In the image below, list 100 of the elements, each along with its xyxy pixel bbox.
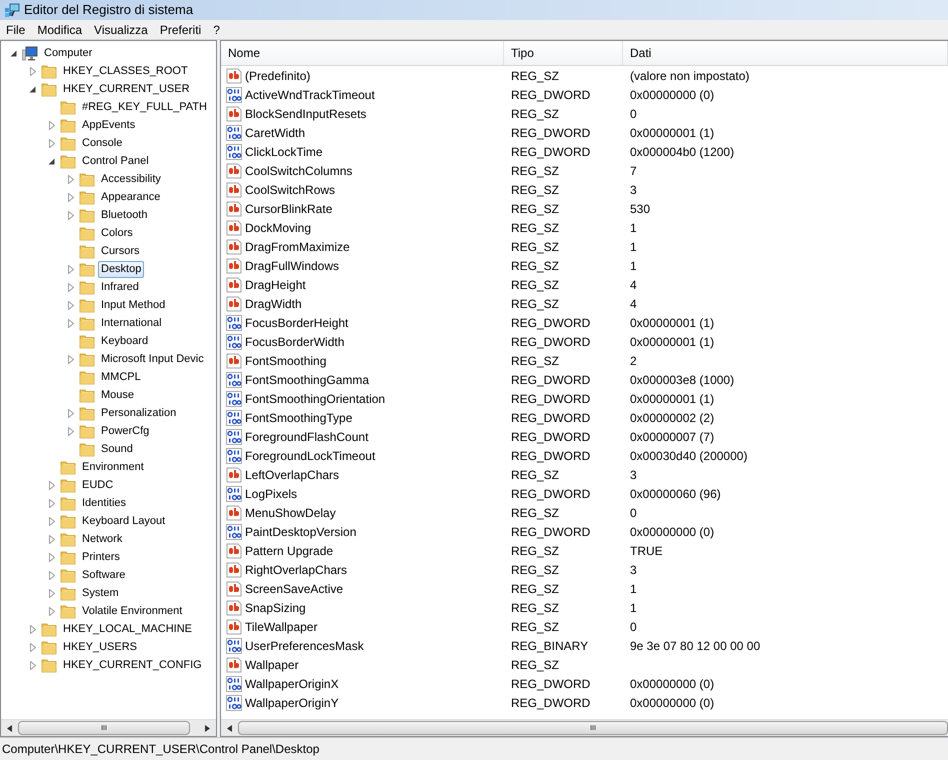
- column-header[interactable]: Nome: [221, 41, 504, 65]
- value-name[interactable]: WallpaperOriginY: [245, 694, 339, 712]
- expand-arrow-icon[interactable]: [68, 174, 74, 184]
- tree-item[interactable]: Microsoft Input Devic: [98, 350, 207, 368]
- tree-item[interactable]: HKEY_CLASSES_ROOT: [60, 62, 191, 80]
- value-name[interactable]: CaretWidth: [245, 124, 306, 142]
- value-name[interactable]: ForegroundFlashCount: [245, 428, 368, 446]
- value-name[interactable]: FocusBorderWidth: [245, 332, 344, 350]
- value-name[interactable]: LeftOverlapChars: [245, 466, 340, 484]
- expand-arrow-icon[interactable]: [48, 516, 54, 526]
- expand-arrow-icon[interactable]: [48, 480, 54, 490]
- value-name[interactable]: ForegroundLockTimeout: [245, 446, 376, 464]
- expand-arrow-icon[interactable]: [48, 570, 54, 580]
- menu-item[interactable]: Visualizza: [88, 20, 154, 40]
- value-name[interactable]: WallpaperOriginX: [245, 674, 339, 692]
- expand-arrow-icon[interactable]: [68, 318, 74, 328]
- expand-arrow-icon[interactable]: [48, 552, 54, 562]
- value-name[interactable]: SnapSizing: [245, 598, 306, 616]
- value-name[interactable]: FontSmoothingType: [245, 408, 352, 426]
- tree-item[interactable]: HKEY_CURRENT_USER: [60, 80, 193, 98]
- expand-arrow-icon[interactable]: [68, 408, 74, 418]
- tree-item[interactable]: Volatile Environment: [79, 602, 186, 620]
- tree-item[interactable]: Infrared: [98, 278, 142, 296]
- expand-arrow-icon[interactable]: [68, 426, 74, 436]
- tree-item[interactable]: HKEY_USERS: [60, 638, 140, 656]
- tree-item[interactable]: HKEY_CURRENT_CONFIG: [60, 656, 205, 674]
- tree-item[interactable]: Software: [79, 566, 128, 584]
- value-name[interactable]: FocusBorderHeight: [245, 314, 348, 332]
- expand-arrow-icon[interactable]: [68, 300, 74, 310]
- tree-item[interactable]: PowerCfg: [98, 422, 152, 440]
- value-name[interactable]: FontSmoothingOrientation: [245, 390, 386, 408]
- expand-arrow-icon[interactable]: [30, 624, 36, 634]
- tree-item[interactable]: International: [98, 314, 165, 332]
- expand-arrow-icon[interactable]: [68, 354, 74, 364]
- tree-item[interactable]: Printers: [79, 548, 123, 566]
- value-name[interactable]: MenuShowDelay: [245, 504, 336, 522]
- expand-arrow-icon[interactable]: [48, 534, 54, 544]
- tree-item[interactable]: Input Method: [98, 296, 168, 314]
- value-name[interactable]: PaintDesktopVersion: [245, 522, 356, 540]
- tree-item[interactable]: Computer: [41, 44, 96, 62]
- value-name[interactable]: FontSmoothing: [245, 352, 326, 370]
- tree-item[interactable]: System: [79, 584, 122, 602]
- tree-item[interactable]: Cursors: [98, 242, 143, 260]
- tree-item[interactable]: Console: [79, 134, 126, 152]
- tree-item[interactable]: Accessibility: [98, 170, 164, 188]
- tree-item[interactable]: Control Panel: [79, 152, 152, 170]
- value-name[interactable]: DockMoving: [245, 218, 312, 236]
- tree-item[interactable]: Appearance: [98, 188, 164, 206]
- value-name[interactable]: CoolSwitchRows: [245, 180, 336, 198]
- expand-arrow-icon[interactable]: [48, 588, 54, 598]
- tree-item[interactable]: AppEvents: [79, 116, 138, 134]
- tree-item[interactable]: Keyboard Layout: [79, 512, 168, 530]
- expand-arrow-icon[interactable]: [30, 66, 36, 76]
- tree-item[interactable]: Environment: [79, 458, 147, 476]
- value-name[interactable]: DragFullWindows: [245, 256, 340, 274]
- collapse-arrow-icon[interactable]: [10, 50, 17, 56]
- value-name[interactable]: DragFromMaximize: [245, 238, 350, 256]
- tree-item[interactable]: HKEY_LOCAL_MACHINE: [60, 620, 195, 638]
- tree-item[interactable]: EUDC: [79, 476, 116, 494]
- menu-item[interactable]: ?: [207, 20, 226, 40]
- value-name[interactable]: CoolSwitchColumns: [245, 162, 352, 180]
- expand-arrow-icon[interactable]: [68, 192, 74, 202]
- tree-item[interactable]: Keyboard: [98, 332, 152, 350]
- expand-arrow-icon[interactable]: [48, 498, 54, 508]
- expand-arrow-icon[interactable]: [68, 282, 74, 292]
- value-name[interactable]: DragWidth: [245, 294, 302, 312]
- tree-item[interactable]: Sound: [98, 440, 136, 458]
- tree-item[interactable]: Personalization: [98, 404, 180, 422]
- expand-arrow-icon[interactable]: [68, 264, 74, 274]
- menu-item[interactable]: Preferiti: [154, 20, 208, 40]
- tree-item[interactable]: Colors: [98, 224, 136, 242]
- value-name[interactable]: UserPreferencesMask: [245, 636, 364, 654]
- expand-arrow-icon[interactable]: [30, 660, 36, 670]
- tree-item[interactable]: Identities: [79, 494, 130, 512]
- value-name[interactable]: TileWallpaper: [245, 618, 318, 636]
- value-name[interactable]: (Predefinito): [245, 66, 310, 84]
- value-name[interactable]: CursorBlinkRate: [245, 200, 332, 218]
- value-name[interactable]: ClickLockTime: [245, 142, 323, 160]
- value-name[interactable]: ScreenSaveActive: [245, 580, 344, 598]
- value-name[interactable]: ActiveWndTrackTimeout: [245, 86, 375, 104]
- expand-arrow-icon[interactable]: [48, 138, 54, 148]
- collapse-arrow-icon[interactable]: [29, 86, 36, 92]
- tree-item[interactable]: #REG_KEY_FULL_PATH: [79, 98, 210, 116]
- expand-arrow-icon[interactable]: [48, 120, 54, 130]
- column-header[interactable]: Tipo: [504, 41, 623, 65]
- value-name[interactable]: DragHeight: [245, 276, 306, 294]
- value-name[interactable]: Wallpaper: [245, 656, 299, 674]
- value-name[interactable]: BlockSendInputResets: [245, 104, 366, 122]
- tree-item[interactable]: Network: [79, 530, 126, 548]
- expand-arrow-icon[interactable]: [48, 606, 54, 616]
- expand-arrow-icon[interactable]: [30, 642, 36, 652]
- tree-item[interactable]: MMCPL: [98, 368, 144, 386]
- value-name[interactable]: RightOverlapChars: [245, 560, 348, 578]
- tree-item[interactable]: Desktop: [98, 260, 144, 278]
- menu-item[interactable]: Modifica: [31, 20, 88, 40]
- menu-item[interactable]: File: [0, 20, 32, 40]
- value-name[interactable]: LogPixels: [245, 484, 298, 502]
- column-header[interactable]: Dati: [623, 41, 948, 65]
- tree-item[interactable]: Bluetooth: [98, 206, 150, 224]
- value-name[interactable]: FontSmoothingGamma: [245, 370, 370, 388]
